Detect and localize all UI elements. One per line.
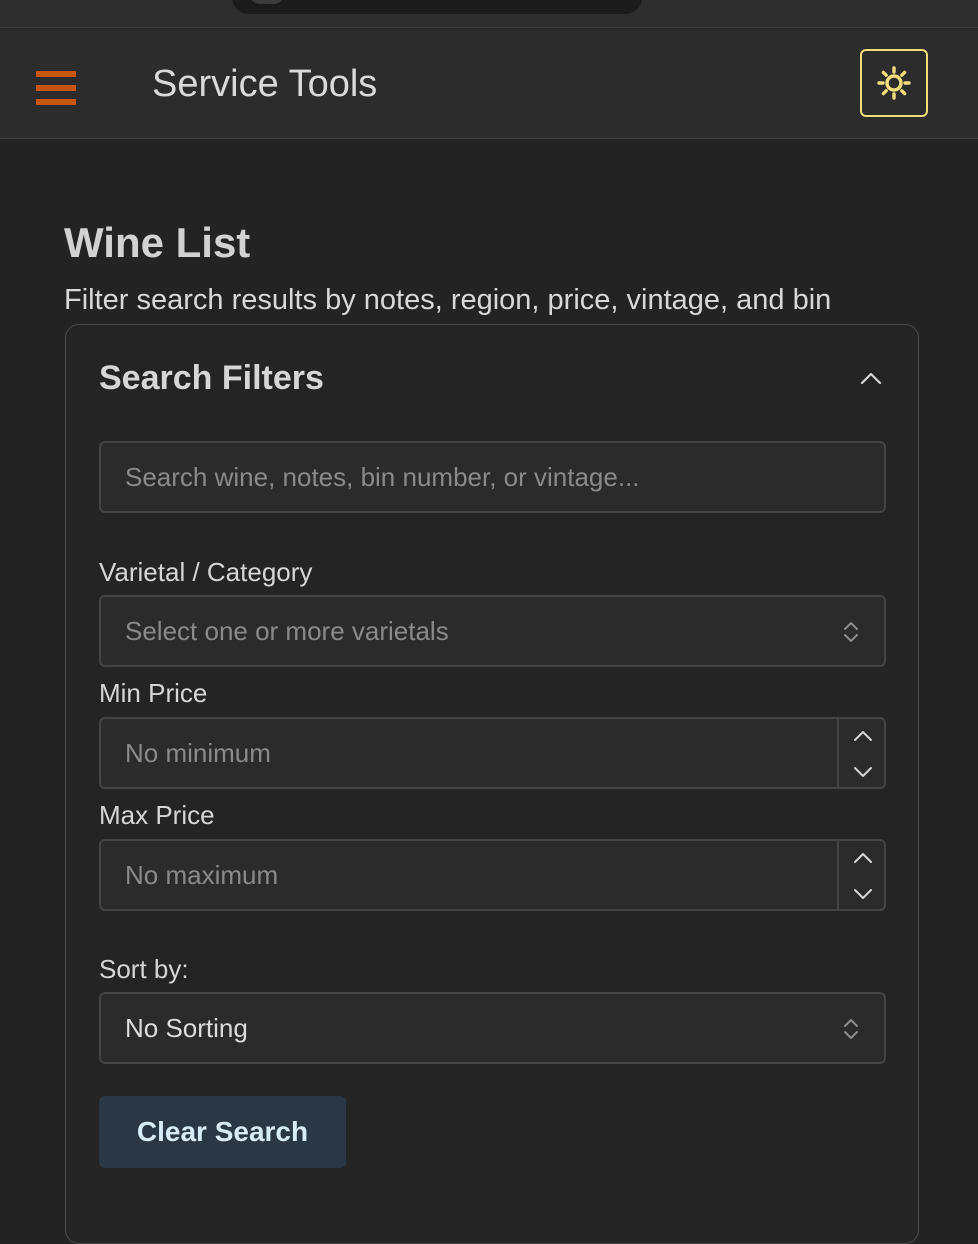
varietal-select-placeholder: Select one or more varietals — [125, 616, 449, 646]
varietal-select[interactable]: Select one or more varietals — [99, 595, 886, 667]
clear-search-button[interactable]: Clear Search — [99, 1096, 346, 1168]
theme-toggle-button[interactable] — [860, 49, 928, 117]
min-price-input[interactable]: No minimum — [99, 717, 886, 789]
address-bar[interactable] — [232, 0, 642, 14]
sort-select-value: No Sorting — [125, 1013, 248, 1043]
max-price-input[interactable]: No maximum — [99, 839, 886, 911]
search-filters-panel: Search Filters Search wine, notes, bin n… — [65, 324, 919, 1244]
chevron-down-icon[interactable] — [851, 764, 875, 780]
sun-icon — [877, 66, 911, 100]
app-title: Service Tools — [152, 63, 378, 105]
page-title: Wine List — [64, 219, 251, 266]
sort-label: Sort by: — [99, 954, 189, 984]
collapse-filters-button[interactable] — [854, 363, 888, 393]
search-input-placeholder: Search wine, notes, bin number, or vinta… — [125, 462, 640, 492]
max-price-stepper[interactable] — [837, 841, 886, 909]
min-price-placeholder: No minimum — [125, 738, 271, 768]
page-subtitle: Filter search results by notes, region, … — [64, 284, 832, 316]
sort-select[interactable]: No Sorting — [99, 992, 886, 1064]
app-header: Service Tools — [0, 29, 978, 139]
chevron-up-icon[interactable] — [851, 850, 875, 866]
search-input[interactable]: Search wine, notes, bin number, or vinta… — [99, 441, 886, 513]
hamburger-menu-icon[interactable] — [36, 71, 76, 105]
chevron-up-icon[interactable] — [851, 728, 875, 744]
varietal-label: Varietal / Category — [99, 557, 313, 587]
min-price-label: Min Price — [99, 678, 208, 708]
select-arrows-icon — [844, 622, 858, 642]
browser-toolbar — [0, 0, 978, 28]
max-price-placeholder: No maximum — [125, 860, 279, 890]
min-price-stepper[interactable] — [837, 719, 886, 787]
max-price-label: Max Price — [99, 800, 215, 830]
search-filters-title: Search Filters — [99, 359, 324, 397]
chevron-down-icon[interactable] — [851, 886, 875, 902]
select-arrows-icon — [844, 1019, 858, 1039]
chevron-up-icon — [860, 372, 882, 385]
